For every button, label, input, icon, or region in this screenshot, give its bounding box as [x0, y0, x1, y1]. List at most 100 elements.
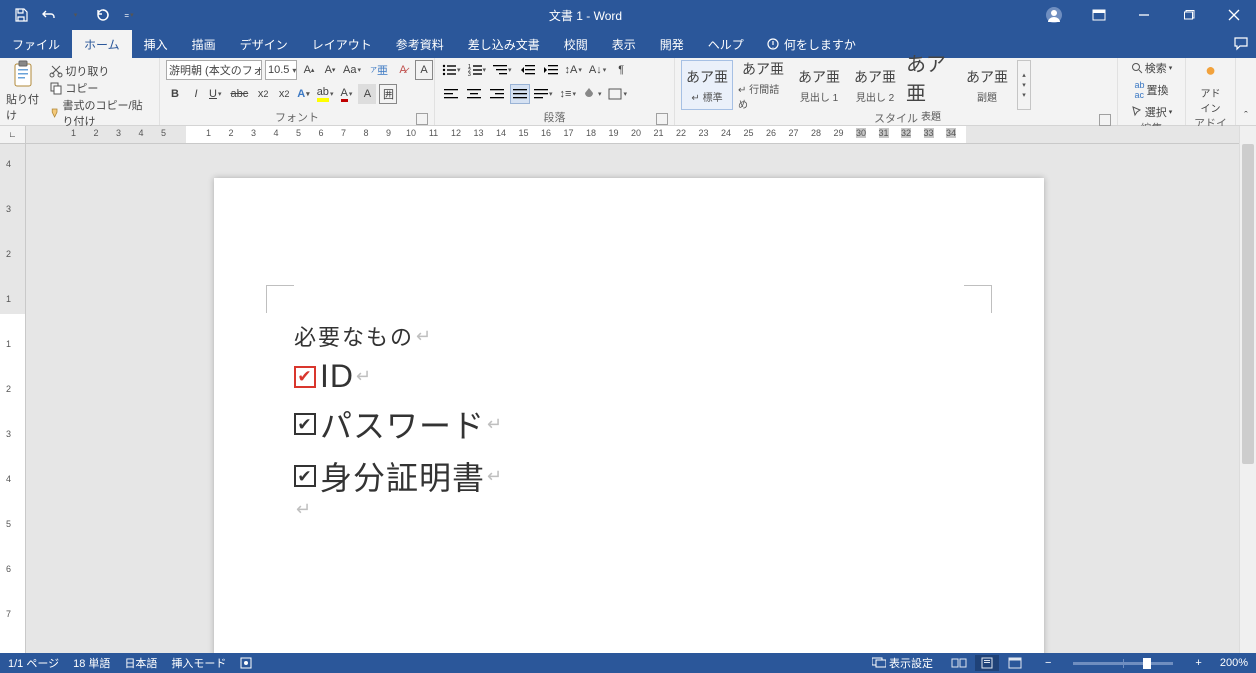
borders-button[interactable]	[605, 84, 630, 104]
tab-home[interactable]: ホーム	[72, 30, 132, 58]
zoom-level[interactable]: 200%	[1220, 657, 1248, 669]
paste-button[interactable]: 貼り付け ▾	[6, 60, 41, 132]
align-left-button[interactable]	[441, 84, 461, 104]
style-item-1[interactable]: あア亜↵ 行間詰め	[737, 60, 789, 110]
document-content[interactable]: 必要なもの↵ ID↵ パスワード↵ 身分証明書↵ ↵	[294, 320, 964, 520]
find-button[interactable]: 検索▾	[1131, 60, 1173, 76]
highlight-button[interactable]: ab	[314, 84, 337, 104]
increase-indent-button[interactable]	[541, 60, 561, 80]
style-item-3[interactable]: あア亜見出し 2	[849, 60, 901, 110]
close-button[interactable]	[1211, 0, 1256, 30]
cut-button[interactable]: 切り取り	[49, 63, 153, 79]
font-color-button[interactable]: A	[337, 84, 355, 104]
shading-button[interactable]	[580, 84, 605, 104]
underline-button[interactable]: U	[206, 84, 224, 104]
zoom-in-button[interactable]: +	[1191, 657, 1205, 669]
tab-draw[interactable]: 描画	[180, 30, 228, 58]
phonetic-guide-button[interactable]: ア亜	[367, 60, 391, 80]
align-center-button[interactable]	[464, 84, 484, 104]
tab-developer[interactable]: 開発	[648, 30, 696, 58]
tell-me-search[interactable]: 何をしますか	[756, 30, 866, 58]
change-case-button[interactable]: Aa	[340, 60, 364, 80]
scrollbar-thumb[interactable]	[1242, 144, 1254, 464]
tab-design[interactable]: デザイン	[228, 30, 300, 58]
grow-font-button[interactable]: A▴	[300, 60, 318, 80]
strikethrough-button[interactable]: abc	[227, 84, 251, 104]
read-mode-button[interactable]	[947, 655, 971, 671]
italic-button[interactable]: I	[187, 84, 205, 104]
bullets-button[interactable]	[439, 60, 464, 80]
font-name-combo[interactable]: 游明朝 (本文のフォン	[166, 60, 262, 80]
addins-button[interactable]: ● アド イン	[1192, 60, 1229, 115]
enclose-characters-button[interactable]: A	[415, 60, 433, 80]
horizontal-ruler[interactable]: 5432112345678910111213141516171819202122…	[26, 126, 1239, 144]
format-painter-button[interactable]: 書式のコピー/貼り付け	[49, 97, 153, 129]
sort-button[interactable]: A↓	[586, 60, 609, 80]
copy-button[interactable]: コピー	[49, 80, 153, 96]
font-launcher[interactable]	[416, 113, 428, 125]
status-page[interactable]: 1/1 ページ	[8, 655, 59, 671]
undo-icon[interactable]	[38, 4, 60, 26]
character-shading-button[interactable]: A	[358, 84, 376, 104]
tab-view[interactable]: 表示	[600, 30, 648, 58]
numbering-button[interactable]: 123	[465, 60, 490, 80]
tab-references[interactable]: 参考資料	[384, 30, 456, 58]
zoom-out-button[interactable]: −	[1041, 657, 1055, 669]
print-layout-button[interactable]	[975, 655, 999, 671]
maximize-button[interactable]	[1166, 0, 1211, 30]
empty-paragraph[interactable]: ↵	[294, 499, 964, 520]
line-spacing-button[interactable]: ↕≡	[557, 84, 579, 104]
tab-review[interactable]: 校閲	[552, 30, 600, 58]
display-settings-button[interactable]: 表示設定	[872, 655, 933, 671]
status-words[interactable]: 18 単語	[73, 655, 110, 671]
font-size-combo[interactable]: 10.5	[265, 60, 297, 80]
redo-icon[interactable]	[92, 4, 114, 26]
replace-button[interactable]: abac置換	[1134, 80, 1168, 100]
select-button[interactable]: 選択▾	[1131, 104, 1173, 120]
text-direction-button[interactable]: ↕A	[562, 60, 585, 80]
qat-customize-dropdown[interactable]: =	[118, 4, 140, 26]
status-language[interactable]: 日本語	[124, 655, 157, 671]
tab-help[interactable]: ヘルプ	[696, 30, 756, 58]
collapse-ribbon-button[interactable]: ˆ	[1236, 58, 1256, 125]
paragraph-launcher[interactable]	[656, 113, 668, 125]
status-insert-mode[interactable]: 挿入モード	[171, 655, 226, 671]
tab-layout[interactable]: レイアウト	[300, 30, 384, 58]
undo-dropdown[interactable]	[64, 4, 86, 26]
text-effects-button[interactable]: A	[294, 84, 312, 104]
save-icon[interactable]	[10, 4, 32, 26]
tab-insert[interactable]: 挿入	[132, 30, 180, 58]
document-canvas[interactable]: 必要なもの↵ ID↵ パスワード↵ 身分証明書↵ ↵	[26, 144, 1239, 653]
shrink-font-button[interactable]: A▾	[321, 60, 339, 80]
vertical-ruler[interactable]: 43211234567	[0, 144, 26, 653]
bold-button[interactable]: B	[166, 84, 184, 104]
subscript-button[interactable]: x2	[254, 84, 272, 104]
account-icon[interactable]	[1031, 0, 1076, 30]
page[interactable]: 必要なもの↵ ID↵ パスワード↵ 身分証明書↵ ↵	[214, 178, 1044, 653]
style-item-2[interactable]: あア亜見出し 1	[793, 60, 845, 110]
character-border-button[interactable]: 囲	[379, 84, 397, 104]
style-item-5[interactable]: あア亜副題	[961, 60, 1013, 110]
tab-mailings[interactable]: 差し込み文書	[456, 30, 552, 58]
distribute-button[interactable]	[531, 84, 556, 104]
decrease-indent-button[interactable]	[518, 60, 538, 80]
checklist-item-1[interactable]: パスワード↵	[294, 401, 964, 447]
superscript-button[interactable]: x2	[275, 84, 293, 104]
macro-recording-icon[interactable]	[240, 657, 252, 669]
multilevel-list-button[interactable]	[490, 60, 515, 80]
styles-launcher[interactable]	[1099, 114, 1111, 126]
web-layout-button[interactable]	[1003, 655, 1027, 671]
align-right-button[interactable]	[487, 84, 507, 104]
comments-icon[interactable]	[1226, 30, 1256, 58]
clear-formatting-button[interactable]: A̷	[394, 60, 412, 80]
style-item-4[interactable]: あア亜表題	[905, 60, 957, 110]
tab-file[interactable]: ファイル	[0, 30, 72, 58]
checklist-item-0[interactable]: ID↵	[294, 358, 964, 395]
style-item-0[interactable]: あア亜↵ 標準	[681, 60, 733, 110]
zoom-slider[interactable]	[1073, 662, 1173, 665]
heading-line[interactable]: 必要なもの↵	[294, 320, 964, 352]
show-marks-button[interactable]: ¶	[612, 60, 630, 80]
minimize-button[interactable]	[1121, 0, 1166, 30]
checklist-item-2[interactable]: 身分証明書↵	[294, 453, 964, 499]
styles-more-button[interactable]: ▴▾▾	[1017, 60, 1031, 110]
